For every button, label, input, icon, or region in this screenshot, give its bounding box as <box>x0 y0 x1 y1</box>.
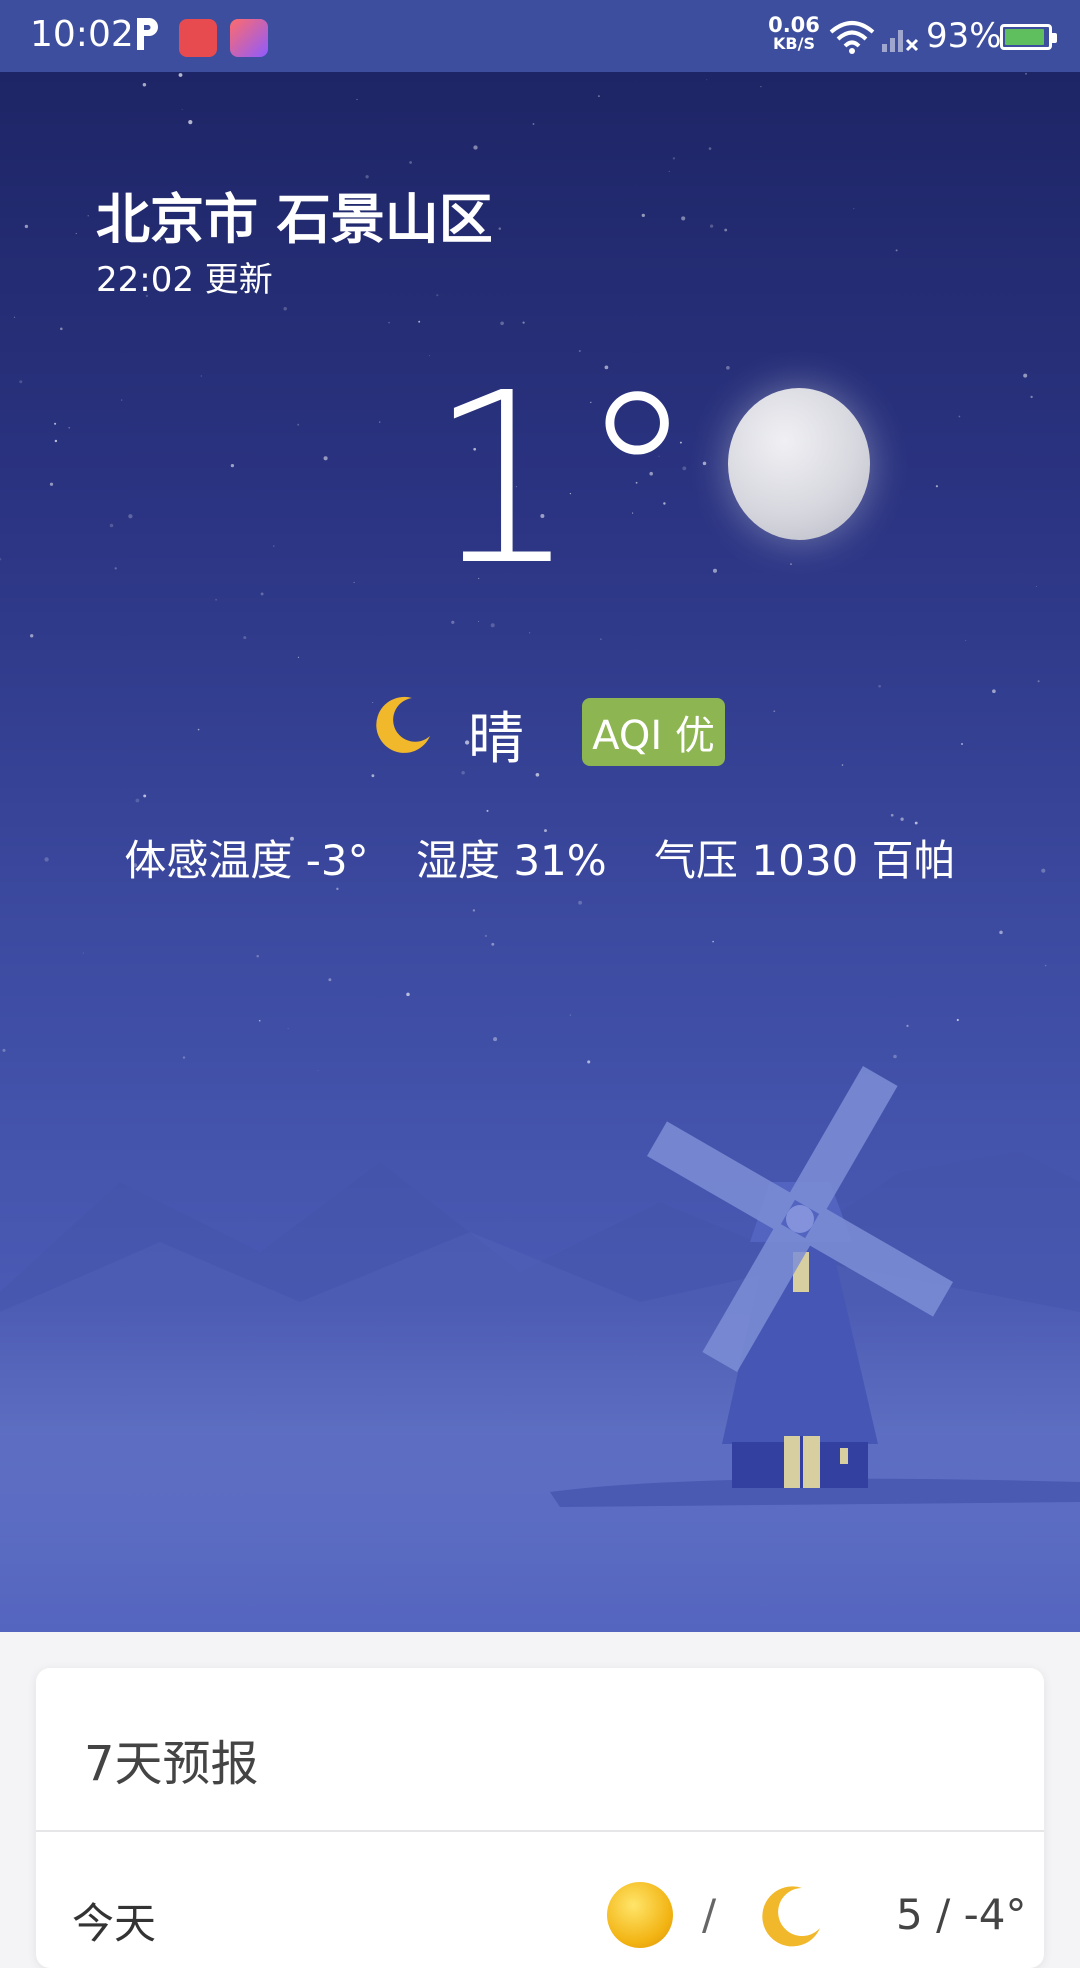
location-title[interactable]: 北京市 石景山区 <box>96 175 493 254</box>
weather-hero: 北京市 石景山区 22:02 更新 1° 晴 AQI 优 体感温度 -3° 湿度… <box>0 72 1080 1632</box>
battery-icon <box>1000 24 1057 50</box>
signal-icon <box>882 30 919 52</box>
moon-illustration <box>728 388 870 540</box>
crescent-moon-icon <box>376 696 430 753</box>
forecast-card: 7天预报 今天 / 5 / -4° <box>36 1668 1044 1968</box>
battery-percent: 93% <box>926 16 1002 56</box>
temperature-range: 5 / -4° <box>896 1890 1027 1939</box>
paint-app-icon <box>230 19 268 57</box>
day-name: 今天 <box>72 1899 157 1948</box>
sun-icon <box>607 1882 673 1948</box>
weather-details: 体感温度 -3° 湿度 31% 气压 1030 百帕 <box>0 827 1080 888</box>
wifi-icon <box>829 21 875 54</box>
status-time: 10:02 <box>30 14 134 55</box>
weather-condition: 晴 <box>468 707 524 772</box>
current-temperature: 1° <box>428 342 697 617</box>
network-speed: 0.06 KB/S <box>768 13 820 54</box>
red-app-icon <box>179 19 217 57</box>
icon-separator: / <box>702 1890 717 1939</box>
status-bar: 10:02 0.06 KB/S 93% <box>0 0 1080 72</box>
update-time: 22:02 更新 <box>96 260 273 300</box>
aqi-badge[interactable]: AQI 优 <box>582 698 725 766</box>
feels-like: 体感温度 -3° <box>124 836 369 885</box>
pressure: 气压 1030 百帕 <box>654 836 956 885</box>
parking-icon <box>137 18 158 50</box>
humidity: 湿度 31% <box>415 836 607 885</box>
crescent-moon-icon <box>762 1886 820 1947</box>
divider <box>36 1830 1044 1832</box>
forecast-title: 7天预报 <box>84 1736 259 1792</box>
